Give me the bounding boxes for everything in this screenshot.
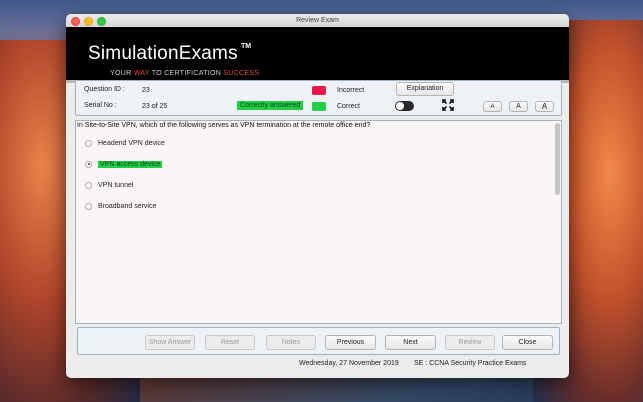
- answer-option[interactable]: VPN tunnel: [85, 179, 133, 191]
- brand-banner: SimulationExams TM YOUR WAY TO CERTIFICA…: [66, 27, 569, 80]
- font-large-button[interactable]: A: [535, 101, 554, 112]
- answer-option-selected[interactable]: VPN access device: [85, 158, 163, 170]
- zoom-window-icon[interactable]: [97, 17, 106, 26]
- question-info-panel: Question ID : 23 Serial No : 23 of 25 Co…: [75, 80, 562, 116]
- question-scrollbar[interactable]: [555, 123, 560, 195]
- explanation-button[interactable]: Explanation: [396, 82, 454, 96]
- answer-option[interactable]: Broadband service: [85, 200, 156, 212]
- incorrect-legend-swatch: [312, 86, 326, 95]
- footer-date: Wednesday, 27 November 2019: [299, 360, 399, 367]
- review-exam-window: Review Exam SimulationExams TM YOUR WAY …: [66, 14, 569, 378]
- correct-legend-swatch: [312, 102, 326, 111]
- font-medium-button[interactable]: A: [509, 101, 528, 112]
- radio-button-selected[interactable]: [85, 160, 92, 168]
- radio-button[interactable]: [85, 202, 92, 210]
- answer-status-badge: Correctly answered: [237, 101, 304, 110]
- window-titlebar: Review Exam: [66, 14, 569, 28]
- question-id-label: Question ID :: [84, 86, 125, 93]
- answer-option-label: VPN tunnel: [98, 181, 134, 189]
- show-answer-button[interactable]: Show Answer: [145, 335, 195, 350]
- toggle-knob: [396, 102, 404, 110]
- answer-option-label: Broadband service: [98, 202, 157, 210]
- trademark-mark: TM: [241, 43, 252, 50]
- brand-tagline: YOUR WAY TO CERTIFICATION SUCCESS: [110, 70, 259, 77]
- next-button[interactable]: Next: [385, 335, 436, 350]
- review-button[interactable]: Review: [445, 335, 495, 350]
- font-small-button[interactable]: A: [483, 101, 502, 112]
- answer-option-label: VPN access device: [98, 160, 163, 168]
- brand-logo: SimulationExams: [88, 43, 238, 64]
- radio-button[interactable]: [85, 139, 92, 147]
- answer-option-label: Headend VPN device: [98, 139, 165, 147]
- window-title: Review Exam: [296, 17, 339, 24]
- incorrect-legend-label: Incorrect: [337, 87, 365, 94]
- fullscreen-icon[interactable]: [442, 99, 454, 111]
- answer-option[interactable]: Headend VPN device: [85, 137, 165, 149]
- tagline-success: SUCCESS: [223, 70, 260, 77]
- minimize-window-icon[interactable]: [84, 17, 93, 26]
- window-controls: [71, 17, 106, 26]
- close-button[interactable]: Close: [502, 335, 553, 350]
- question-text: In Site-to-Site VPN, which of the follow…: [77, 122, 371, 129]
- reset-button[interactable]: Reset: [205, 335, 255, 350]
- previous-button[interactable]: Previous: [325, 335, 376, 350]
- notes-button[interactable]: Notes: [266, 335, 316, 350]
- close-window-icon[interactable]: [71, 17, 80, 26]
- question-id-value: 23: [142, 87, 150, 94]
- correct-legend-label: Correct: [337, 103, 360, 110]
- serial-no-label: Serial No :: [84, 102, 117, 109]
- tagline-way: WAY: [133, 70, 150, 77]
- question-panel: In Site-to-Site VPN, which of the follow…: [75, 120, 562, 324]
- answer-toggle-switch[interactable]: [395, 101, 414, 111]
- navigation-bar: Show Answer Reset Notes Previous Next Re…: [77, 327, 560, 355]
- serial-no-value: 23 of 25: [142, 103, 168, 110]
- tagline-to: TO CERTIFICATION: [151, 70, 222, 77]
- tagline-your: YOUR: [110, 70, 132, 77]
- radio-button[interactable]: [85, 181, 92, 189]
- footer-exam-name: SE : CCNA Security Practice Exams: [414, 360, 527, 367]
